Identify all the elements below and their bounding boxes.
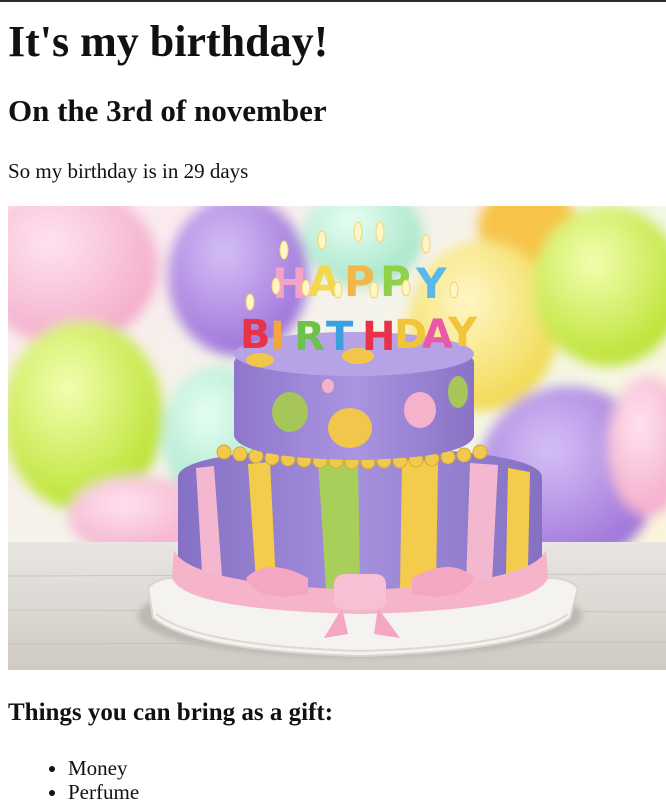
candle-letter: H bbox=[362, 314, 395, 360]
list-item: Perfume bbox=[68, 780, 658, 804]
candle-letter: Y bbox=[415, 259, 447, 308]
page-content: It's my birthday! On the 3rd of november… bbox=[8, 2, 666, 804]
countdown-text: So my birthday is in 29 days bbox=[8, 159, 249, 183]
candle-letter: P bbox=[344, 257, 375, 306]
candle-letter: T bbox=[326, 314, 354, 360]
candle-letter: I bbox=[270, 314, 285, 360]
gifts-heading: Things you can bring as a gift: bbox=[8, 699, 334, 726]
gift-list: Money Perfume bbox=[8, 756, 658, 804]
birthday-cake-image: B I R T H D A Y H A P P Y bbox=[8, 206, 666, 670]
page-title: It's my birthday! bbox=[8, 17, 329, 66]
candle-letter: R bbox=[294, 314, 325, 360]
happy-candles: H A P P Y bbox=[272, 257, 447, 308]
candle-letter: Y bbox=[447, 310, 478, 356]
list-item: Money bbox=[68, 756, 658, 780]
candle-letter: B bbox=[240, 312, 271, 358]
birthday-date-heading: On the 3rd of november bbox=[8, 93, 327, 128]
candle-letter: A bbox=[308, 257, 341, 306]
